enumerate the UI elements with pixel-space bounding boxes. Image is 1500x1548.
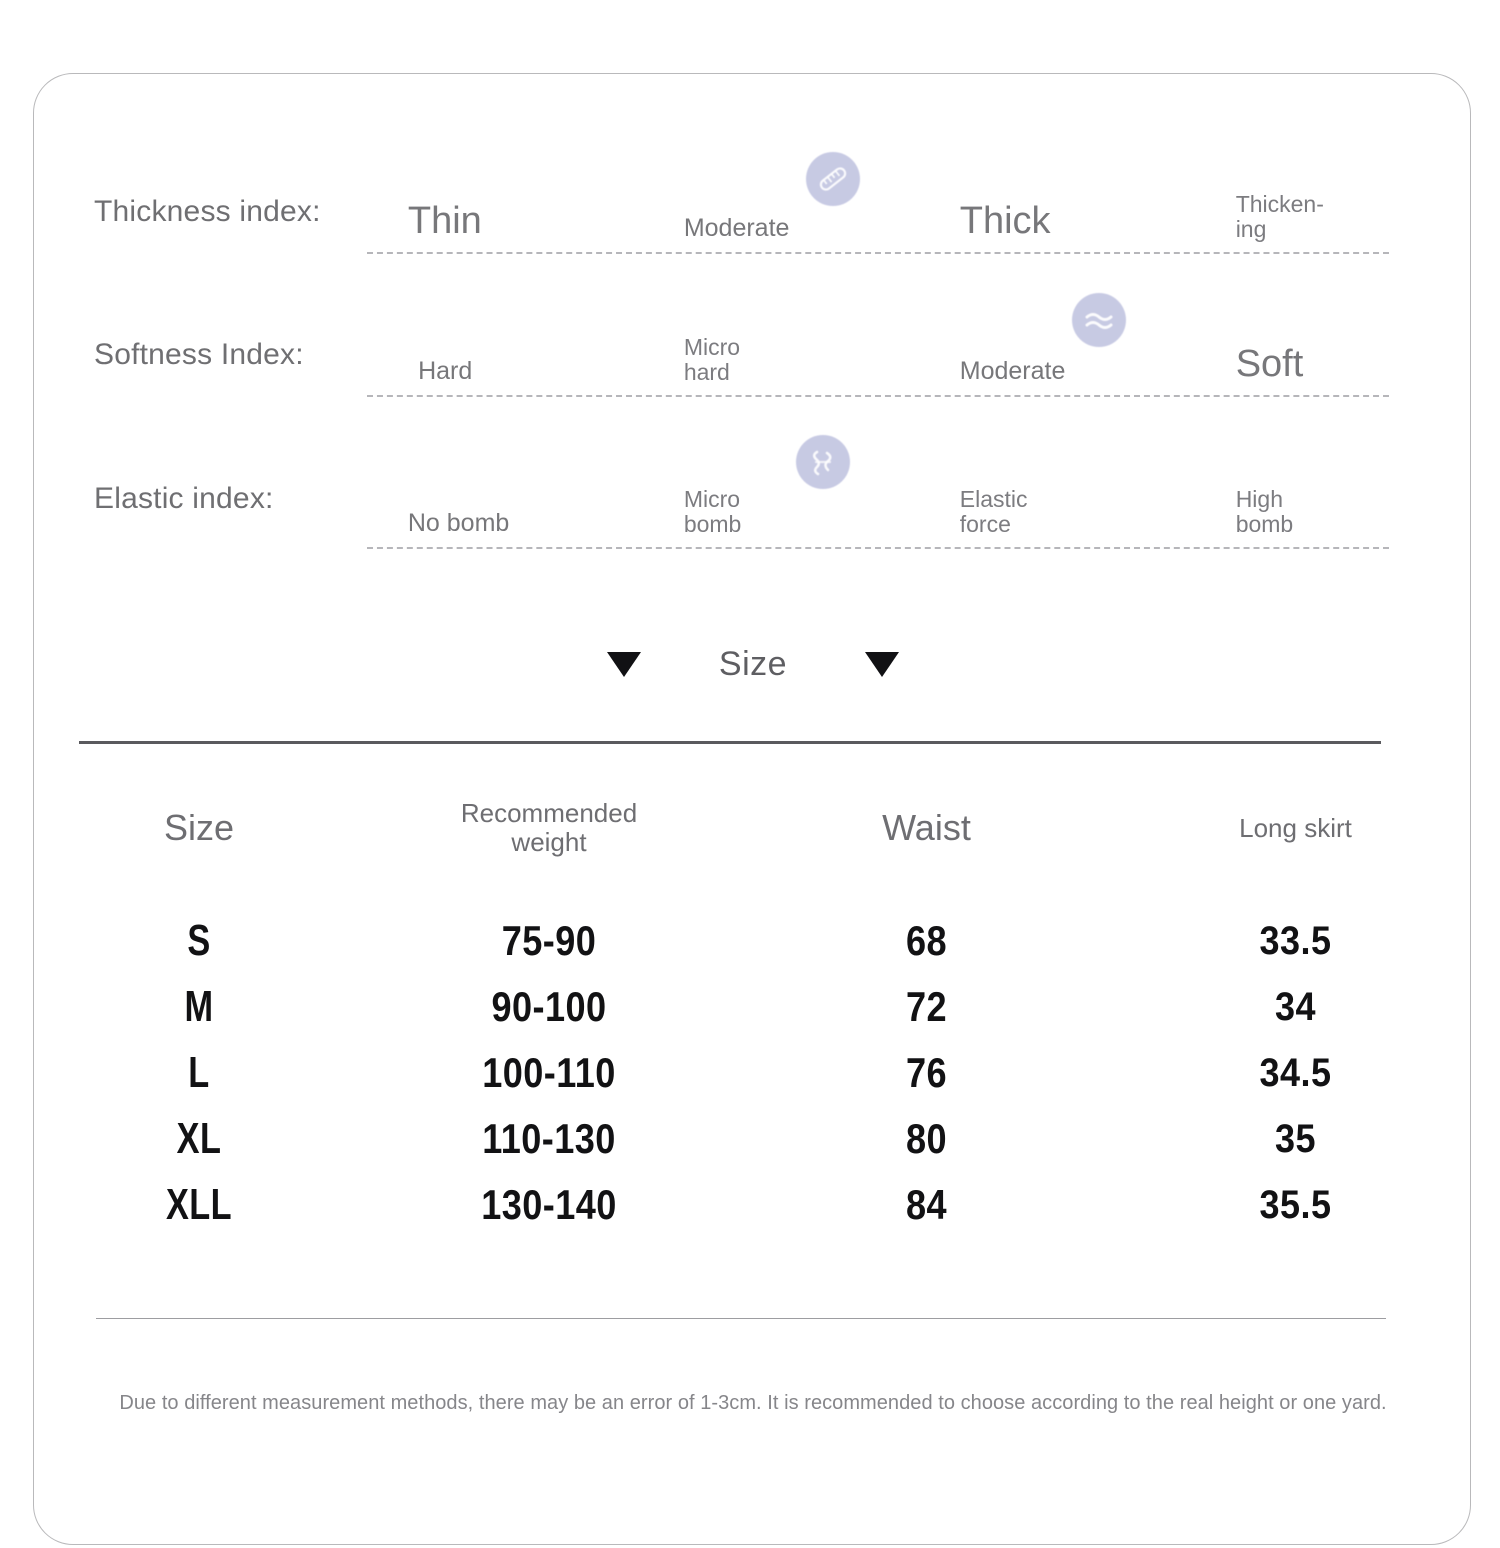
- size-chart-page: Thickness index: Thin Moderate Thick Thi…: [0, 0, 1500, 1548]
- index-tick-no-bomb[interactable]: No bomb: [408, 510, 509, 537]
- index-tick-hard[interactable]: Hard: [418, 358, 472, 385]
- measurement-disclaimer: Due to different measurement methods, th…: [119, 1392, 1387, 1414]
- index-tick-thickening[interactable]: Thicken- ing: [1236, 192, 1324, 242]
- size-section-label: Size: [718, 644, 788, 683]
- triangle-down-icon-right: [865, 651, 899, 677]
- cell-weight: 100-110: [482, 1049, 616, 1096]
- index-scale-elastic: No bomb Micro bomb Elastic force High bo…: [367, 435, 1389, 573]
- index-tick-moderate[interactable]: Moderate: [960, 358, 1066, 385]
- cell-size: L: [188, 1048, 210, 1097]
- cell-skirt: 34.5: [1259, 1050, 1332, 1095]
- triangle-down-icon-left: [607, 651, 641, 677]
- index-scale-thickness: Thin Moderate Thick Thicken- ing: [367, 152, 1389, 286]
- size-table: Size Recommended weight Waist Long skirt…: [34, 774, 1472, 1238]
- index-title-elastic: Elastic index:: [94, 482, 274, 515]
- column-header-size: Size: [163, 807, 235, 849]
- index-tick-thin[interactable]: Thin: [408, 200, 482, 242]
- index-scale-softness: Hard Micro hard Moderate Soft: [367, 293, 1389, 429]
- cell-size: M: [184, 982, 214, 1031]
- table-row: L 100-110 76 34.5: [34, 1040, 1472, 1106]
- cell-size: XL: [176, 1114, 222, 1163]
- column-header-long-skirt: Long skirt: [1239, 812, 1352, 843]
- size-chart-card: Thickness index: Thin Moderate Thick Thi…: [33, 73, 1471, 1545]
- cell-waist: 68: [905, 917, 948, 964]
- index-tick-micro-hard[interactable]: Micro hard: [684, 335, 740, 385]
- cell-weight: 130-140: [481, 1181, 617, 1228]
- table-row: S 75-90 68 33.5: [34, 908, 1472, 974]
- table-row: XL 110-130 80 35: [34, 1106, 1472, 1172]
- cell-weight: 110-130: [482, 1115, 616, 1162]
- cell-weight: 75-90: [501, 917, 597, 964]
- ruler-icon: [806, 152, 861, 206]
- cell-skirt: 33.5: [1259, 918, 1332, 963]
- cell-waist: 84: [905, 1181, 948, 1228]
- wave-icon: [1072, 293, 1127, 347]
- table-row: M 90-100 72 34: [34, 974, 1472, 1040]
- table-row: XLL 130-140 84 35.5: [34, 1172, 1472, 1238]
- index-tick-soft[interactable]: Soft: [1236, 343, 1304, 385]
- spring-icon: [796, 435, 851, 489]
- index-tick-moderate[interactable]: Moderate: [684, 215, 790, 242]
- index-title-thickness: Thickness index:: [94, 195, 321, 228]
- scale-dashed-line: [367, 395, 1389, 397]
- index-title-softness: Softness Index:: [94, 338, 304, 371]
- scale-dashed-line: [367, 547, 1389, 549]
- cell-skirt: 35.5: [1259, 1182, 1332, 1227]
- cell-skirt: 35: [1275, 1116, 1316, 1161]
- cell-skirt: 34: [1275, 984, 1316, 1029]
- table-bottom-rule: [96, 1318, 1386, 1319]
- cell-weight: 90-100: [491, 983, 607, 1030]
- index-tick-elastic-force[interactable]: Elastic force: [960, 487, 1028, 537]
- cell-waist: 80: [905, 1115, 948, 1162]
- cell-size: S: [187, 916, 211, 965]
- table-header-row: Size Recommended weight Waist Long skirt: [34, 774, 1472, 882]
- index-row-thickness: Thickness index: Thin Moderate Thick Thi…: [34, 152, 1472, 286]
- index-tick-high-bomb[interactable]: High bomb: [1236, 487, 1294, 537]
- cell-waist: 76: [905, 1049, 948, 1096]
- size-section-divider: Size: [34, 634, 1472, 694]
- index-tick-thick[interactable]: Thick: [960, 200, 1051, 242]
- cell-waist: 72: [905, 983, 948, 1030]
- index-tick-micro-bomb[interactable]: Micro bomb: [684, 487, 742, 537]
- index-row-softness: Softness Index: Hard Micro hard Moderate…: [34, 293, 1472, 429]
- column-header-waist: Waist: [882, 807, 971, 849]
- column-header-recommended-weight: Recommended weight: [460, 798, 638, 857]
- table-top-rule: [79, 741, 1381, 744]
- index-row-elastic: Elastic index: No bomb Micro bomb Elasti…: [34, 435, 1472, 573]
- cell-size: XLL: [165, 1180, 232, 1229]
- scale-dashed-line: [367, 252, 1389, 254]
